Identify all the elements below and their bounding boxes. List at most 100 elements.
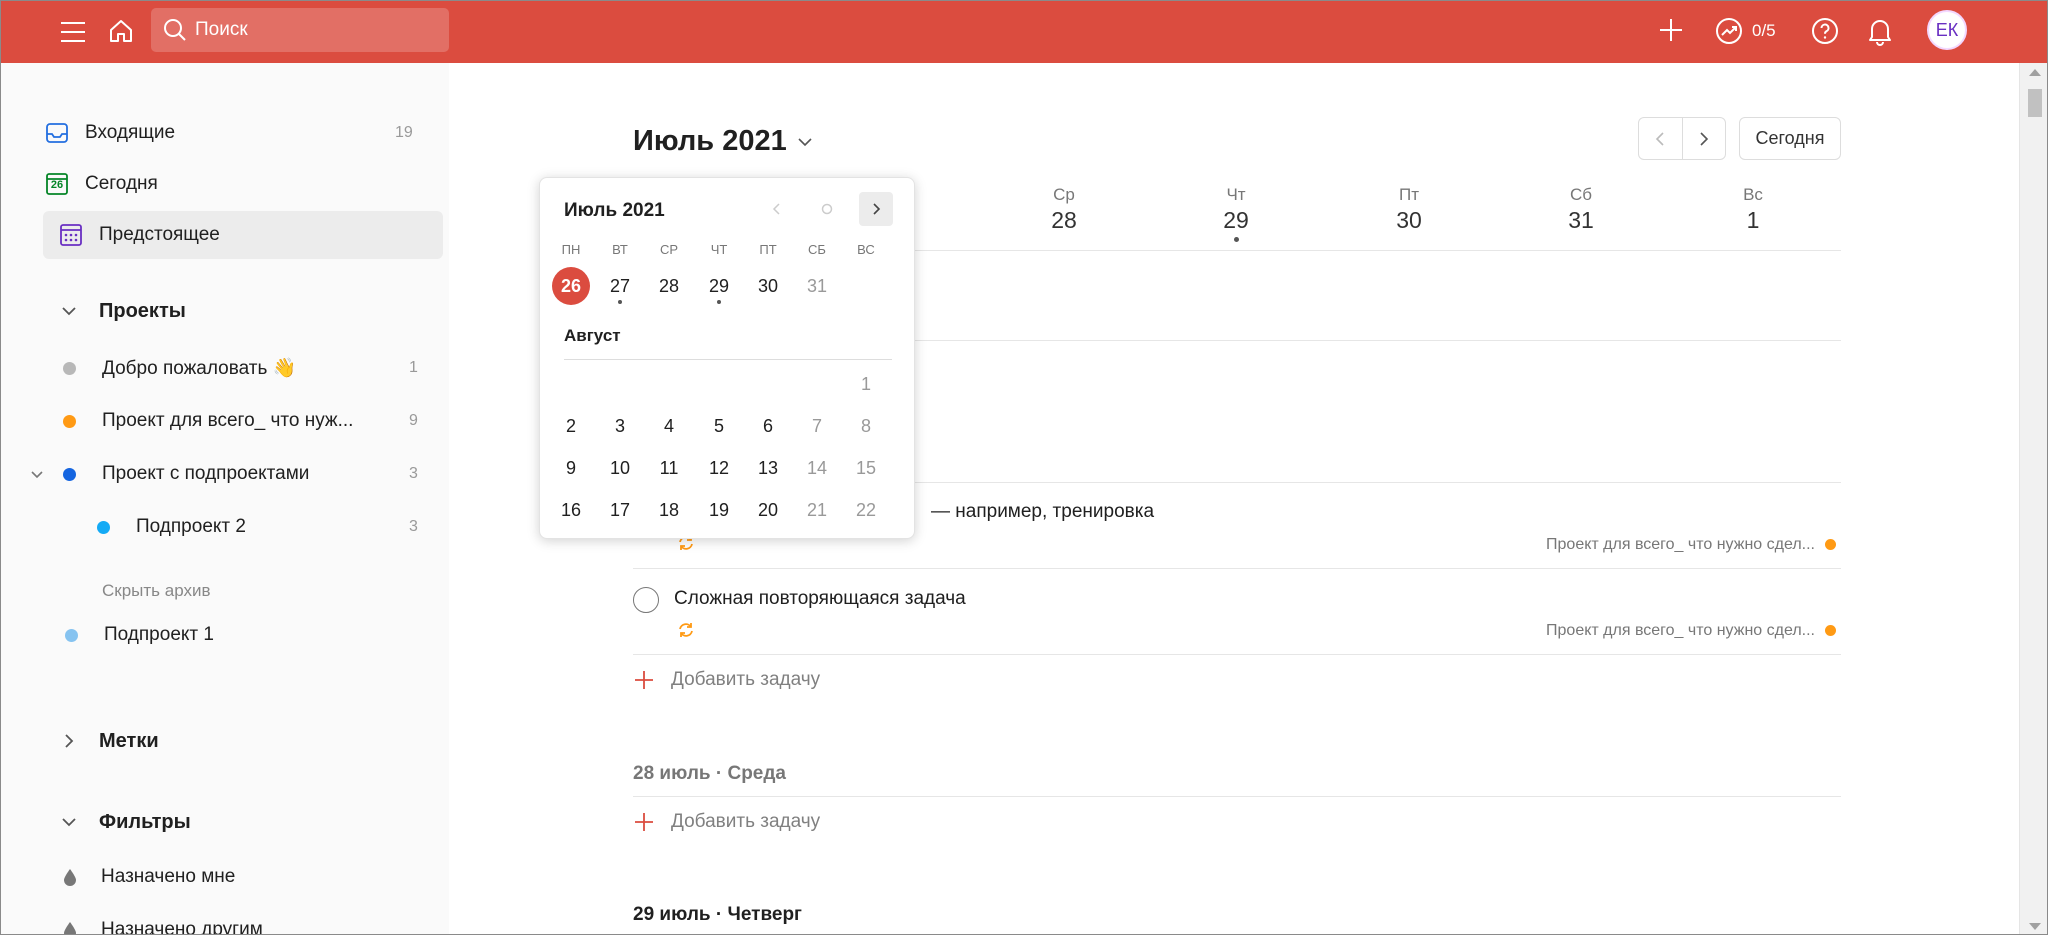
month-selector[interactable]: Июль 2021 [633, 125, 815, 158]
chevron-left-icon [1656, 131, 1664, 146]
chevron-down-icon[interactable] [27, 464, 47, 484]
picker-day[interactable]: 27 [601, 267, 639, 305]
week-navigation [1638, 117, 1726, 160]
picker-day[interactable]: 6 [749, 407, 787, 445]
picker-day[interactable]: 4 [650, 407, 688, 445]
picker-month-label: Август [564, 326, 621, 345]
picker-day[interactable]: 16 [552, 491, 590, 529]
picker-day[interactable]: 28 [650, 267, 688, 305]
menu-icon[interactable] [55, 14, 91, 50]
picker-day[interactable]: 18 [650, 491, 688, 529]
sidebar-item-label: Назначено мне [101, 866, 236, 887]
inbox-count: 19 [395, 124, 413, 141]
picker-day[interactable]: 31 [798, 267, 836, 305]
picker-day[interactable]: 15 [847, 449, 885, 487]
chevron-right-icon [1700, 131, 1708, 146]
picker-day[interactable]: 22 [847, 491, 885, 529]
picker-today-button[interactable] [810, 192, 844, 226]
weekday-header: СБ [808, 242, 826, 257]
sidebar-item-upcoming[interactable]: Предстоящее [43, 211, 443, 259]
scroll-up-arrow[interactable] [2029, 69, 2041, 76]
picker-day[interactable]: 9 [552, 449, 590, 487]
date-picker-popup: Июль 2021 ПН ВТ СР ЧТ ПТ СБ ВС 26 27 28 … [539, 177, 915, 539]
picker-day[interactable]: 13 [749, 449, 787, 487]
add-task-button[interactable]: Добавить задачу [633, 669, 820, 691]
add-task-button[interactable]: Добавить задачу [633, 811, 820, 833]
scroll-thumb[interactable] [2028, 89, 2042, 117]
picker-day[interactable]: 1 [847, 365, 885, 403]
picker-day[interactable]: 30 [749, 267, 787, 305]
divider [564, 359, 892, 360]
scrollbar[interactable] [2019, 63, 2047, 934]
archive-toggle[interactable]: Скрыть архив [102, 567, 211, 615]
prev-week-button[interactable] [1639, 118, 1683, 159]
picker-day[interactable]: 3 [601, 407, 639, 445]
weekday-column[interactable]: Сб 31 [1551, 185, 1611, 234]
picker-day[interactable]: 7 [798, 407, 836, 445]
picker-day[interactable]: 12 [700, 449, 738, 487]
project-color-dot [1825, 625, 1836, 636]
filters-header[interactable]: Фильтры [59, 798, 439, 846]
picker-day-today[interactable]: 26 [552, 267, 590, 305]
scroll-down-arrow[interactable] [2029, 923, 2041, 930]
chevron-right-icon [59, 731, 79, 751]
weekday-header: ЧТ [710, 242, 728, 257]
task-checkbox[interactable] [633, 587, 659, 613]
project-color-dot [97, 520, 110, 534]
picker-day[interactable]: 19 [700, 491, 738, 529]
sidebar-item-archived-project[interactable]: Подпроект 1 [65, 611, 423, 659]
avatar[interactable]: ЕК [1927, 10, 1967, 50]
add-task-icon[interactable] [1652, 11, 1690, 49]
picker-month-title: Июль 2021 [564, 200, 665, 221]
calendar-upcoming-icon [57, 221, 85, 249]
project-color-dot [65, 628, 78, 642]
search-input[interactable] [195, 19, 435, 41]
picker-day[interactable]: 11 [650, 449, 688, 487]
task-project-link[interactable]: Проект для всего_ что нужно сдел... [1471, 622, 1815, 640]
search-box[interactable] [151, 8, 449, 52]
picker-day[interactable]: 8 [847, 407, 885, 445]
picker-day[interactable]: 2 [552, 407, 590, 445]
task-indicator-dot [618, 300, 622, 304]
sidebar-item-filter[interactable]: Назначено мне [63, 853, 423, 901]
home-icon[interactable] [103, 13, 139, 49]
today-button[interactable]: Сегодня [1739, 117, 1841, 160]
sidebar-item-project[interactable]: Добро пожаловать 👋 1 [63, 344, 423, 392]
picker-prev-month-button[interactable] [760, 192, 794, 226]
sidebar-item-project[interactable]: Проект для всего_ что нуж... 9 [63, 397, 423, 445]
picker-day[interactable]: 10 [601, 449, 639, 487]
weekday-column[interactable]: Вс 1 [1723, 185, 1783, 234]
labels-header[interactable]: Метки [59, 717, 439, 765]
weekday-column[interactable]: Чт 29 [1206, 185, 1266, 242]
next-week-button[interactable] [1683, 118, 1726, 159]
sidebar: Входящие 19 26 Сегодня Предстоящее Проек… [1, 63, 449, 934]
sidebar-item-label: Добро пожаловать 👋 [102, 358, 297, 379]
picker-next-month-button[interactable] [859, 192, 893, 226]
sidebar-item-inbox[interactable]: Входящие 19 [43, 109, 443, 157]
projects-header[interactable]: Проекты [59, 287, 439, 335]
sidebar-item-label: Сегодня [85, 173, 158, 194]
task-title[interactable]: Сложная повторяющаяся задача [674, 588, 966, 610]
picker-day[interactable]: 5 [700, 407, 738, 445]
sidebar-item-filter[interactable]: Назначено другим [63, 906, 423, 934]
sidebar-item-project[interactable]: Проект с подпроектами 3 [27, 450, 423, 498]
app-window: 0/5 ЕК Входящие 19 26 Сегодня [0, 0, 2048, 935]
picker-day[interactable]: 29 [700, 267, 738, 305]
task-project-link[interactable]: Проект для всего_ что нужно сдел... [1471, 536, 1815, 554]
picker-day[interactable]: 21 [798, 491, 836, 529]
help-icon[interactable] [1807, 13, 1843, 49]
productivity-button[interactable]: 0/5 [1714, 13, 1776, 49]
weekday-column[interactable]: Ср 28 [1034, 185, 1094, 234]
picker-day[interactable]: 14 [798, 449, 836, 487]
sidebar-item-project[interactable]: Подпроект 2 3 [97, 503, 423, 551]
task-indicator-dot [1233, 237, 1239, 242]
notifications-icon[interactable] [1862, 12, 1898, 50]
plus-icon [633, 811, 655, 833]
chevron-right-icon [873, 203, 881, 215]
sidebar-item-label: Подпроект 1 [104, 624, 214, 645]
picker-day[interactable]: 17 [601, 491, 639, 529]
sidebar-item-today[interactable]: 26 Сегодня [43, 160, 443, 208]
weekday-column[interactable]: Пт 30 [1379, 185, 1439, 234]
picker-day[interactable]: 20 [749, 491, 787, 529]
task-title[interactable]: — например, тренировка [931, 501, 1154, 523]
